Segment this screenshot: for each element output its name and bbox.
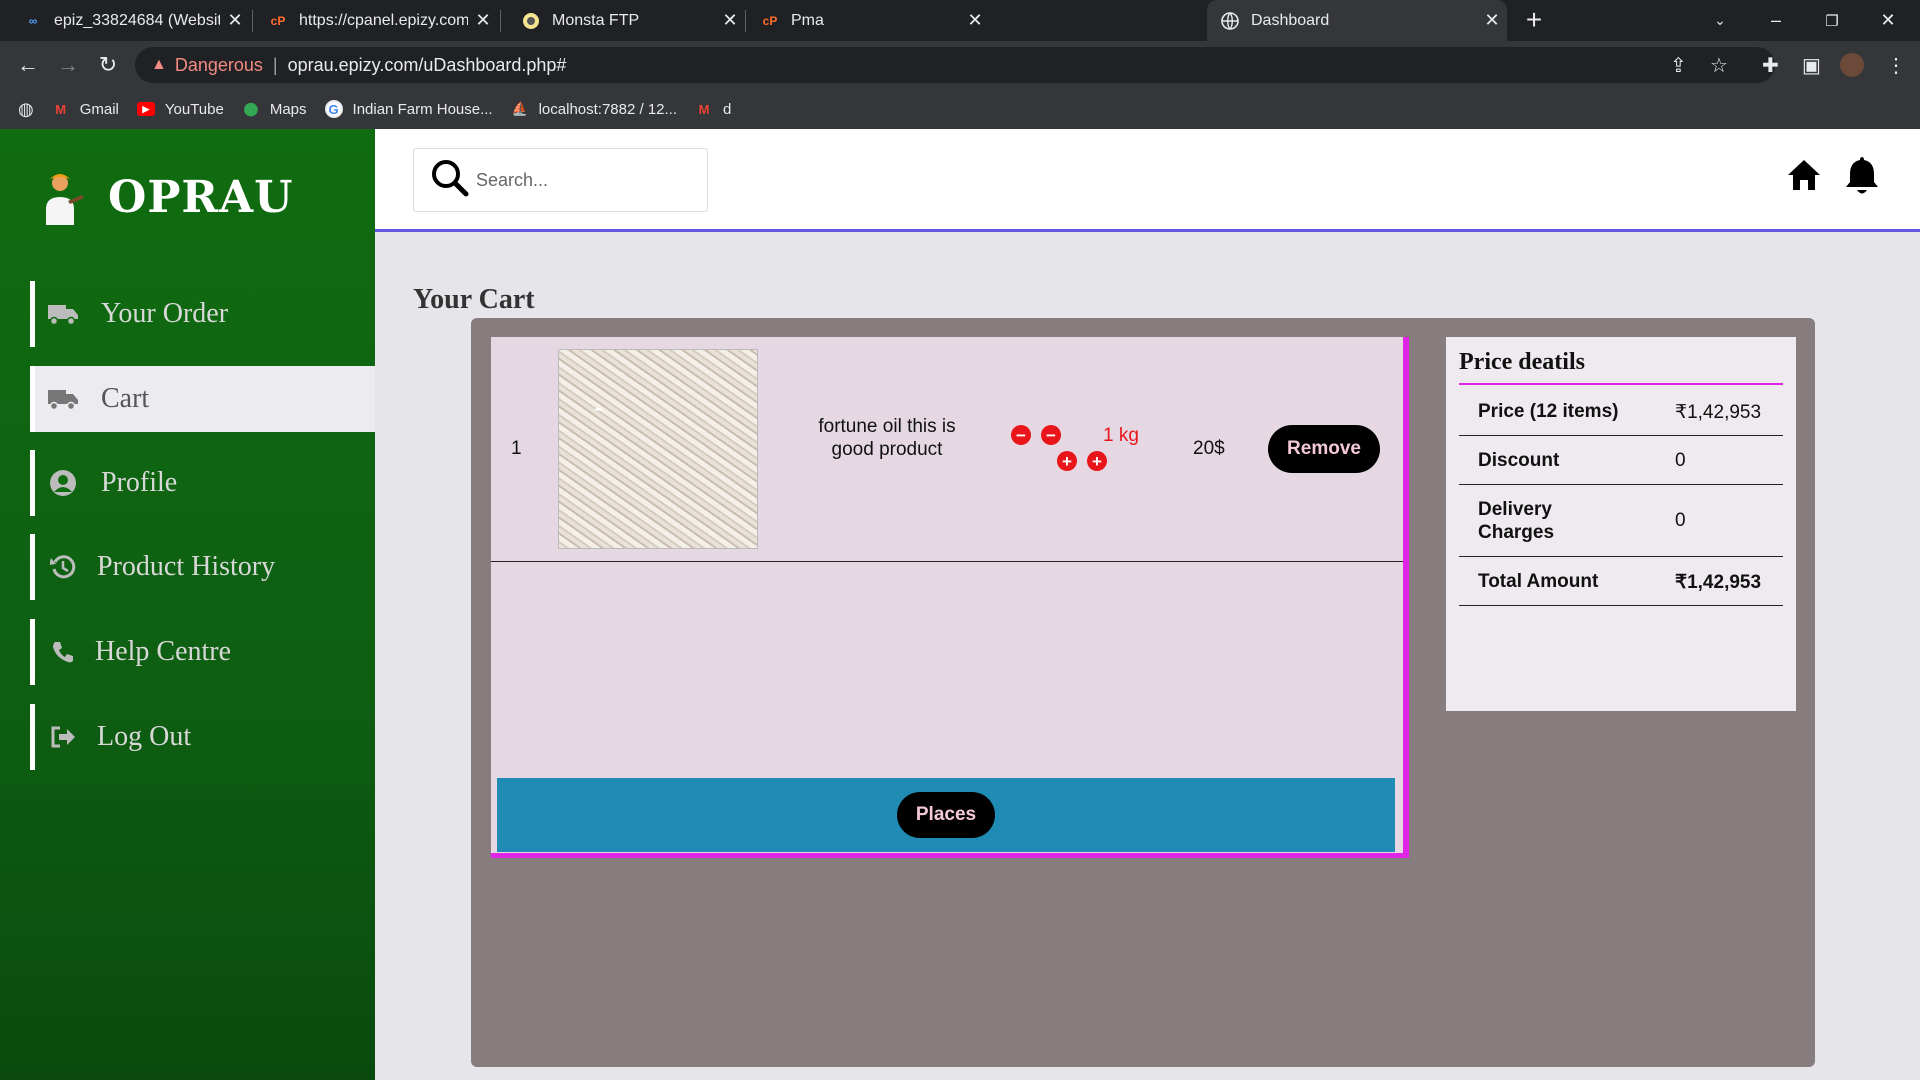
close-tab-icon[interactable]: ✕ [715, 10, 745, 31]
bookmark-star-icon[interactable]: ☆ [1710, 53, 1728, 78]
brand-logo[interactable]: OPRAU [38, 169, 294, 225]
plus-circle-icon[interactable]: + [1087, 451, 1107, 471]
phone-icon [43, 640, 83, 664]
truck-icon [43, 388, 83, 410]
delivery-charges-row: Delivery Charges 0 [1459, 485, 1783, 557]
bookmark-localhost[interactable]: ⛵ localhost:7882 / 12... [511, 100, 678, 118]
restore-button[interactable]: ❐ [1804, 0, 1860, 41]
globe-icon [1221, 11, 1239, 30]
quantity-stepper: − − + + 1 kg [1011, 419, 1141, 471]
plus-circle-icon[interactable]: + [1057, 451, 1077, 471]
cpanel-favicon-icon: ∞ [28, 13, 38, 28]
share-icon[interactable]: ⇪ [1670, 53, 1687, 78]
forward-button[interactable]: → [52, 49, 84, 81]
close-tab-icon[interactable]: ✕ [960, 10, 990, 31]
address-toolbar: ← → ↻ ▲ Dangerous | oprau.epizy.com/uDas… [0, 41, 1920, 89]
cpanel-favicon-icon: cP [270, 13, 286, 28]
item-index: 1 [511, 438, 522, 459]
bookmarks-bar: ◍ M Gmail ▶ YouTube ⬤ Maps G Indian Farm… [0, 89, 1920, 129]
remove-button[interactable]: Remove [1268, 425, 1380, 473]
page-title: Your Cart [413, 284, 535, 315]
product-image [558, 349, 758, 549]
bookmark-d[interactable]: M d [695, 100, 732, 118]
bookmark-maps[interactable]: ⬤ Maps [242, 100, 307, 118]
price-details-card: Price deatils Price (12 items) ₹1,42,953… [1446, 337, 1796, 711]
price-details-title: Price deatils [1459, 349, 1585, 375]
browser-tab[interactable]: ∞ epiz_33824684 (Website for opra ✕ [0, 0, 250, 41]
google-icon: G [324, 100, 343, 118]
cart-container: 1 fortune oil this is good product − − +… [471, 318, 1815, 1067]
back-button[interactable]: ← [12, 49, 44, 81]
youtube-icon: ▶ [136, 102, 155, 116]
extensions-icon[interactable]: ✚ [1762, 53, 1779, 78]
close-tab-icon[interactable]: ✕ [220, 10, 250, 31]
sidebar-item-product-history[interactable]: Product History [30, 534, 375, 600]
sidebar-item-your-order[interactable]: Your Order [30, 281, 375, 347]
url-text[interactable]: oprau.epizy.com/uDashboard.php# [288, 55, 567, 76]
total-amount-row: Total Amount ₹1,42,953 [1459, 557, 1783, 606]
minimize-button[interactable]: – [1748, 0, 1804, 41]
search-input[interactable] [476, 169, 706, 191]
warning-icon: ▲ [151, 56, 167, 73]
apps-globe-icon[interactable]: ◍ [18, 99, 34, 120]
brand-name: OPRAU [108, 171, 294, 223]
logout-icon [43, 725, 83, 749]
user-circle-icon [43, 469, 83, 497]
new-tab-button[interactable]: + [1518, 4, 1550, 36]
minus-circle-icon[interactable]: − [1041, 425, 1061, 445]
sidebar-item-cart[interactable]: Cart [30, 366, 375, 432]
price-row: Price (12 items) ₹1,42,953 [1459, 387, 1783, 436]
browser-tab[interactable]: cP Pma ✕ [745, 0, 990, 41]
bell-icon[interactable] [1845, 155, 1879, 200]
sidebar-item-profile[interactable]: Profile [30, 450, 375, 516]
tab-search-icon[interactable]: ⌄ [1692, 0, 1748, 41]
browser-tab-active[interactable]: Dashboard ✕ [1207, 0, 1507, 41]
bookmark-indian-farm-house[interactable]: G Indian Farm House... [324, 100, 493, 118]
cart-item-row: 1 fortune oil this is good product − − +… [491, 337, 1403, 562]
monsta-favicon-icon [522, 12, 540, 30]
maps-pin-icon: ⬤ [243, 101, 259, 116]
search-icon [430, 158, 470, 203]
quantity-value: 1 kg [1103, 425, 1139, 446]
cpanel-favicon-icon: cP [762, 13, 778, 28]
search-box[interactable] [413, 148, 708, 212]
bookmark-gmail[interactable]: M Gmail [52, 100, 119, 118]
top-bar [375, 129, 1920, 232]
omnibox[interactable]: ▲ Dangerous | oprau.epizy.com/uDashboard… [135, 47, 1775, 83]
place-order-bar: Places [497, 778, 1395, 852]
sidebar: OPRAU Your Order Cart Profile Product Hi… [0, 129, 375, 1080]
farmer-logo-icon [38, 169, 86, 225]
side-panel-icon[interactable]: ▣ [1802, 53, 1821, 78]
history-icon [43, 554, 83, 580]
sidebar-item-log-out[interactable]: Log Out [30, 704, 375, 770]
close-tab-icon[interactable]: ✕ [468, 10, 498, 31]
gmail-icon: M [55, 101, 67, 117]
minus-circle-icon[interactable]: − [1011, 425, 1031, 445]
avatar[interactable] [1840, 53, 1864, 77]
home-icon[interactable] [1787, 159, 1821, 196]
close-tab-icon[interactable]: ✕ [1477, 10, 1507, 31]
browser-tab[interactable]: Monsta FTP ✕ [500, 0, 745, 41]
phpmyadmin-icon: ⛵ [511, 101, 528, 116]
item-price: 20$ [1193, 438, 1225, 459]
cart-items-panel: 1 fortune oil this is good product − − +… [491, 337, 1409, 858]
place-order-button[interactable]: Places [897, 792, 995, 838]
close-window-button[interactable]: ✕ [1860, 0, 1916, 41]
browser-tab-strip: ∞ epiz_33824684 (Website for opra ✕ cP h… [0, 0, 1920, 41]
security-label[interactable]: Dangerous [175, 55, 263, 76]
browser-tab[interactable]: cP https://cpanel.epizy.com/panel/ir ✕ [253, 0, 498, 41]
discount-row: Discount 0 [1459, 436, 1783, 485]
sidebar-item-help-centre[interactable]: Help Centre [30, 619, 375, 685]
gmail-icon: M [698, 101, 710, 117]
product-name: fortune oil this is good product [818, 416, 956, 460]
truck-icon [43, 303, 83, 325]
reload-button[interactable]: ↻ [92, 49, 124, 81]
menu-kebab-icon[interactable]: ⋮ [1886, 53, 1906, 78]
bookmark-youtube[interactable]: ▶ YouTube [136, 101, 224, 118]
